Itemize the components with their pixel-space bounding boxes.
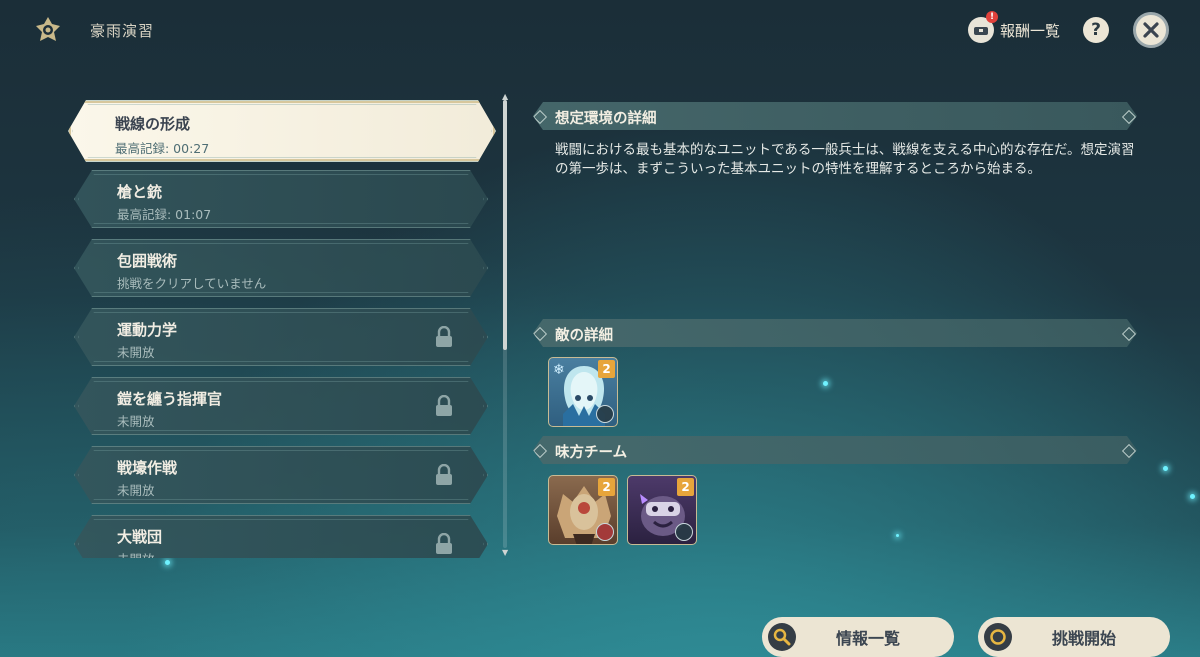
help-button[interactable]: ? — [1083, 17, 1109, 43]
section-title: 敵の詳細 — [555, 328, 613, 344]
ally-team-header: 味方チーム — [533, 436, 1137, 464]
sparkle-decoration — [1190, 494, 1195, 499]
challenge-status: 未開放 — [117, 549, 155, 558]
challenge-record: 最高記録: 00:27 — [115, 141, 210, 156]
ally-unit-card[interactable]: 2 — [627, 475, 697, 545]
unit-level-badge: 2 — [598, 478, 615, 496]
top-bar: 豪雨演習 ! 報酬一覧 ? — [0, 0, 1200, 60]
lock-icon — [435, 464, 453, 486]
sparkle-decoration — [896, 534, 899, 537]
challenge-item[interactable]: 戦壕作戦 未開放 — [74, 446, 488, 504]
challenge-status: 未開放 — [117, 483, 155, 498]
event-emblem-icon — [36, 17, 60, 41]
challenge-name: 運動力学 — [117, 321, 178, 339]
challenge-item[interactable]: 鎧を纏う指揮官 未開放 — [74, 377, 488, 435]
challenge-name: 戦壕作戦 — [117, 459, 178, 477]
svg-text:❄: ❄ — [553, 362, 565, 378]
scroll-down-arrow-icon: ▼ — [502, 548, 509, 557]
unit-level-badge: 2 — [677, 478, 694, 496]
challenge-name: 包囲戦術 — [117, 252, 178, 270]
challenge-status: 挑戦をクリアしていません — [117, 276, 267, 291]
environment-details-header: 想定環境の詳細 — [533, 102, 1137, 130]
scrollbar-thumb[interactable] — [503, 100, 507, 350]
notification-badge: ! — [986, 11, 998, 23]
challenge-item[interactable]: 大戦団 未開放 — [74, 515, 488, 558]
sparkle-decoration — [165, 560, 170, 565]
search-icon — [768, 623, 796, 651]
environment-description: 戦闘における最も基本的なユニットである一般兵士は、戦線を支える中心的な存在だ。想… — [555, 142, 1135, 177]
challenge-status: 未開放 — [117, 414, 155, 429]
close-button[interactable] — [1133, 12, 1169, 48]
ally-unit-card[interactable]: 2 — [548, 475, 618, 545]
enemy-details-header: 敵の詳細 — [533, 319, 1137, 347]
challenge-name: 槍と銃 — [117, 183, 163, 201]
section-title: 想定環境の詳細 — [555, 111, 657, 127]
challenge-item[interactable]: 運動力学 未開放 — [74, 308, 488, 366]
lock-icon — [435, 326, 453, 348]
challenge-record: 最高記録: 01:07 — [117, 207, 212, 222]
challenge-name: 大戦団 — [117, 528, 163, 546]
unit-level-badge: 2 — [598, 360, 615, 378]
rewards-list-button[interactable]: ! 報酬一覧 — [968, 11, 1061, 43]
close-icon — [1143, 22, 1159, 38]
page-title: 豪雨演習 — [90, 22, 155, 40]
rewards-label: 報酬一覧 — [1000, 21, 1061, 40]
challenge-item[interactable]: 包囲戦術 挑戦をクリアしていません — [74, 239, 488, 297]
challenge-status: 未開放 — [117, 345, 155, 360]
enemy-unit-card[interactable]: ❄ 2 — [548, 357, 618, 427]
challenge-item[interactable]: 戦線の形成 最高記録: 00:27 — [68, 100, 496, 162]
lock-icon — [435, 533, 453, 555]
weapon-type-icon — [596, 405, 614, 423]
reward-chest-icon: ! — [968, 11, 998, 43]
list-scrollbar[interactable] — [503, 100, 507, 548]
info-list-button[interactable]: 情報一覧 — [762, 617, 954, 657]
sparkle-decoration — [823, 381, 828, 386]
lock-icon — [435, 395, 453, 417]
confirm-circle-icon — [984, 623, 1012, 651]
start-challenge-button[interactable]: 挑戦開始 — [978, 617, 1170, 657]
challenge-item[interactable]: 槍と銃 最高記録: 01:07 — [74, 170, 488, 228]
challenge-name: 鎧を纏う指揮官 — [117, 390, 223, 408]
sparkle-decoration — [1163, 466, 1168, 471]
challenge-list[interactable]: 戦線の形成 最高記録: 00:27 槍と銃 最高記録: 01:07 包囲戦術 挑… — [68, 96, 498, 558]
button-label: 情報一覧 — [835, 629, 900, 648]
weapon-type-icon — [596, 523, 614, 541]
button-label: 挑戦開始 — [1051, 629, 1116, 648]
weapon-type-icon — [675, 523, 693, 541]
challenge-name: 戦線の形成 — [115, 115, 191, 133]
section-title: 味方チーム — [555, 445, 628, 461]
